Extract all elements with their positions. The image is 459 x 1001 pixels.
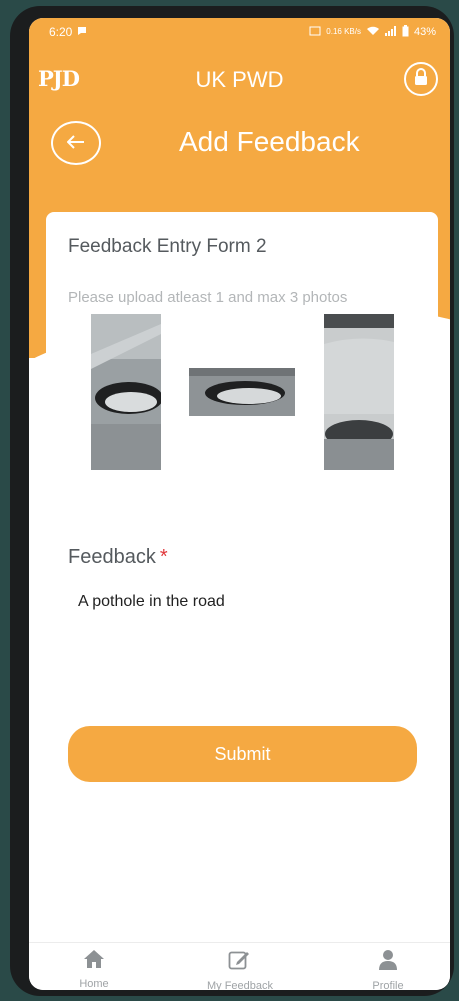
status-time: 6:20 <box>49 25 73 39</box>
page-header: Add Feedback <box>29 118 450 168</box>
nav-label-my-feedback: My Feedback <box>206 980 274 990</box>
wifi-icon <box>366 25 380 39</box>
chat-notification-icon <box>77 25 87 39</box>
required-marker: * <box>159 546 168 568</box>
page-title: Add Feedback <box>179 126 360 157</box>
feedback-label-text: Feedback <box>68 546 156 568</box>
app-bar: PJD UK PWD <box>29 62 450 102</box>
nav-item-my-feedback[interactable]: My Feedback <box>195 949 285 990</box>
feedback-form-card: Feedback Entry Form 2 Please upload atle… <box>46 212 438 952</box>
network-speed: 0.16 KB/s <box>326 27 361 36</box>
nav-label-home: Home <box>79 978 109 990</box>
app-screen: 6:20 0.16 KB/s 43% PJD UK PWD Add Feedba… <box>29 18 450 990</box>
feedback-input[interactable] <box>68 582 408 622</box>
form-title: Feedback Entry Form 2 <box>68 236 267 257</box>
lock-button[interactable] <box>404 62 438 96</box>
uploaded-photo-1[interactable] <box>91 314 161 470</box>
edit-icon <box>195 949 285 976</box>
nav-item-home[interactable]: Home <box>49 949 139 990</box>
back-button[interactable] <box>51 121 101 165</box>
feedback-label: Feedback * <box>68 546 168 569</box>
status-bar: 6:20 0.16 KB/s 43% <box>29 18 450 46</box>
uploaded-photo-2[interactable] <box>189 368 295 416</box>
battery-icon <box>402 24 409 40</box>
app-title: UK PWD <box>195 67 284 92</box>
submit-button[interactable]: Submit <box>68 726 417 782</box>
arrow-left-icon <box>66 132 85 155</box>
bottom-nav: Home My Feedback Profile <box>29 942 450 990</box>
signal-volte-icon <box>309 26 321 39</box>
home-icon <box>49 949 139 974</box>
uploaded-photo-3[interactable] <box>324 314 394 470</box>
user-icon <box>343 949 433 976</box>
upload-hint: Please upload atleast 1 and max 3 photos <box>68 289 348 306</box>
nav-label-profile: Profile <box>372 980 404 990</box>
lock-icon <box>413 67 429 91</box>
battery-level: 43% <box>413 26 436 38</box>
cell-signal-icon <box>384 25 397 39</box>
nav-item-profile[interactable]: Profile <box>343 949 433 990</box>
